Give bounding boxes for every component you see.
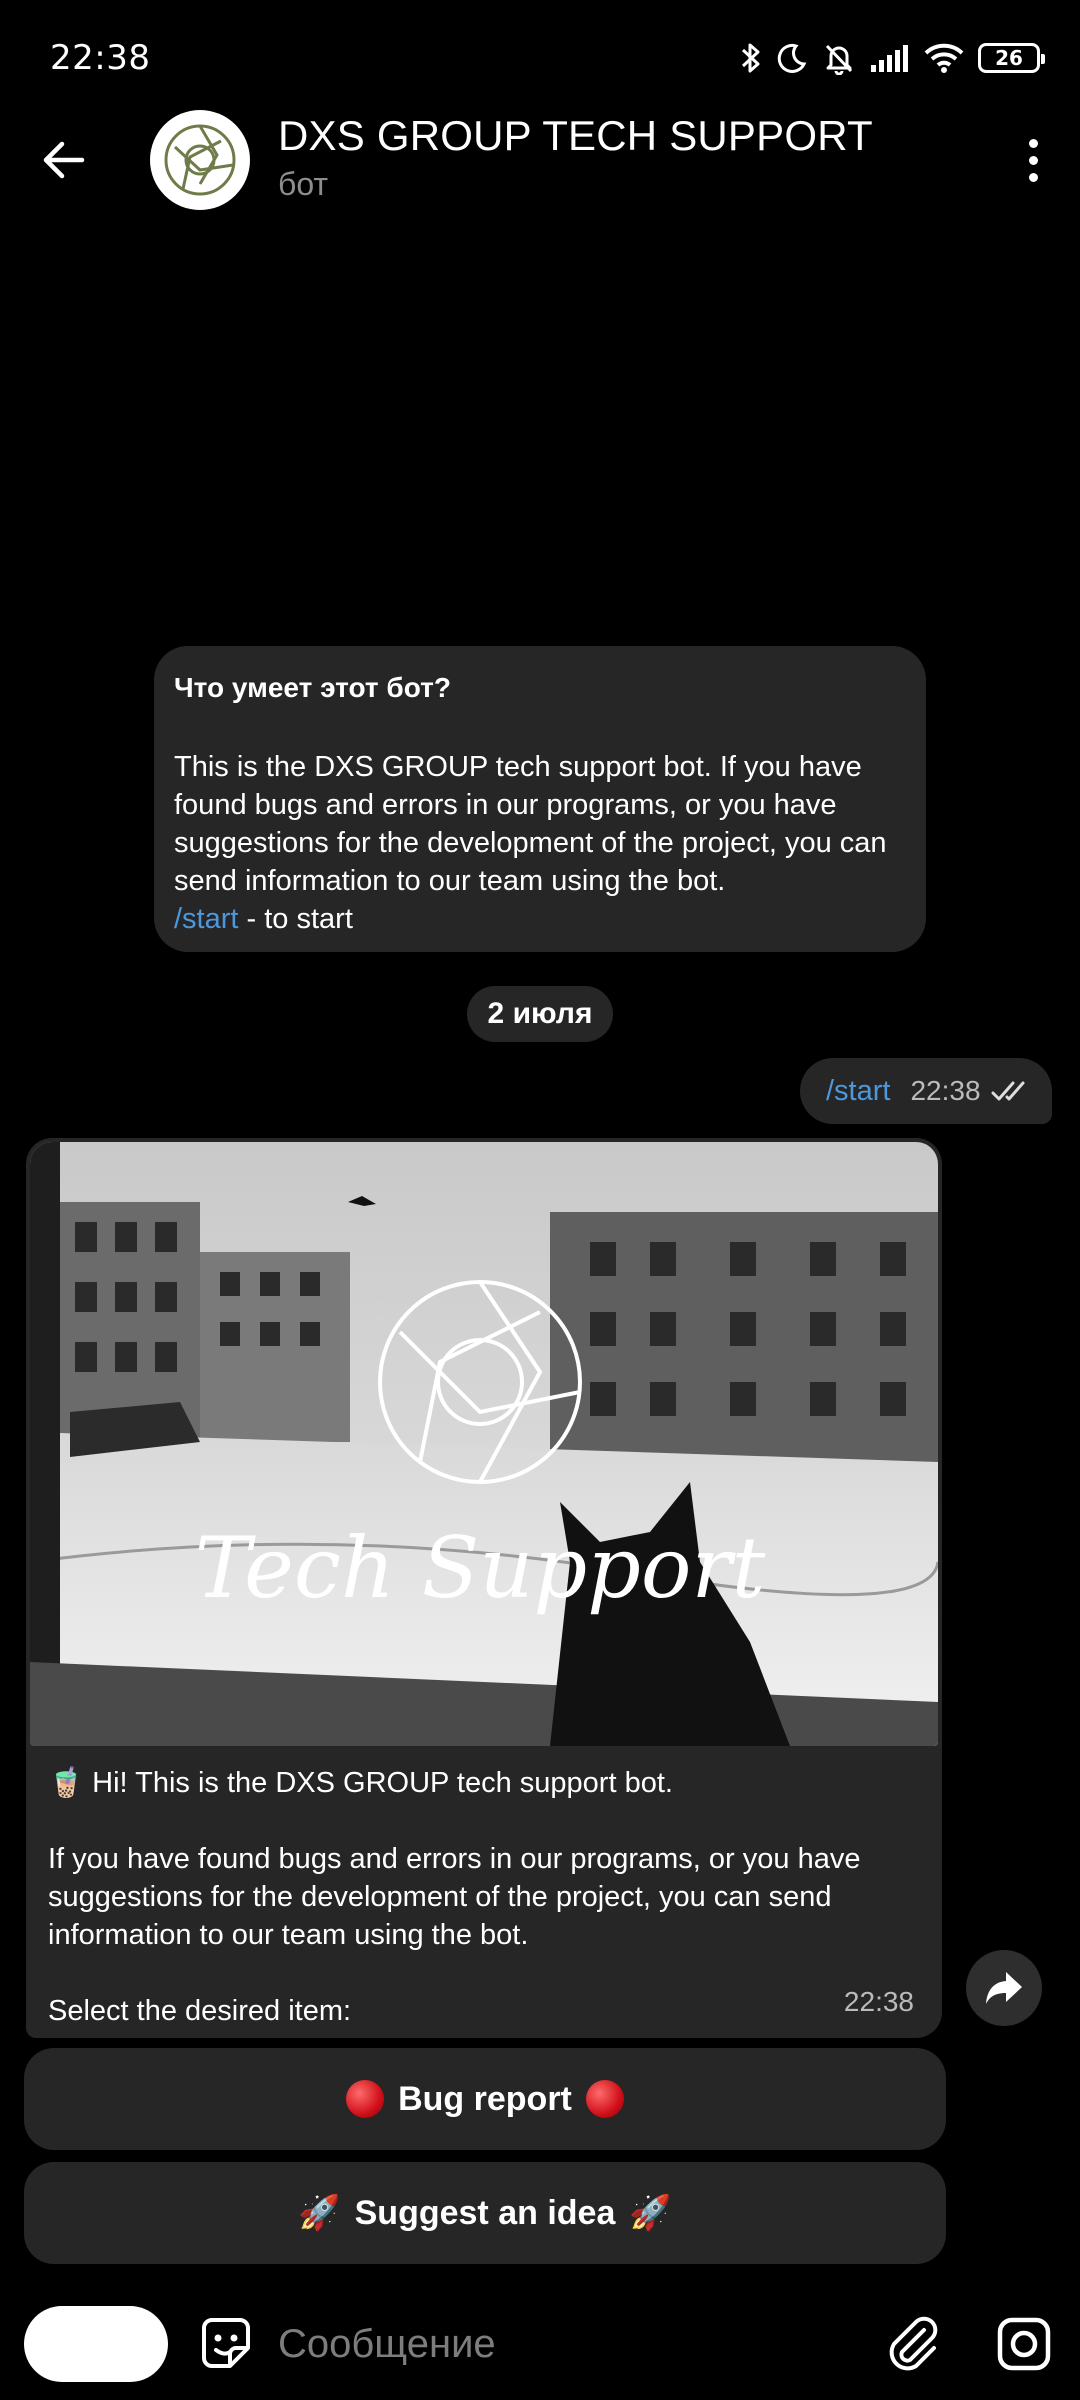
incoming-message-time: 22:38 <box>843 1986 914 2017</box>
arrow-left-icon <box>43 141 85 179</box>
photo-caption: Tech Support <box>195 1519 766 1617</box>
status-bar: 22:38 26 <box>0 0 1080 110</box>
bot-info-text: This is the DXS GROUP tech support bot. … <box>174 751 887 897</box>
bot-info-card: Что умеет этот бот? This is the DXS GROU… <box>154 646 926 952</box>
bug-report-label: Bug report <box>398 2079 572 2118</box>
red-circle-icon <box>585 2080 624 2118</box>
rocket-icon: 🚀 <box>298 2194 341 2232</box>
sticker-icon[interactable] <box>196 2314 256 2374</box>
incoming-line-greeting: 🧋 Hi! This is the DXS GROUP tech support… <box>48 1767 673 1799</box>
signal-icon <box>871 45 908 72</box>
outgoing-message-text[interactable]: /start <box>826 1075 890 1108</box>
moon-icon <box>777 43 807 73</box>
dot-icon <box>1028 155 1038 165</box>
forward-button[interactable] <box>966 1950 1042 2026</box>
mute-bell-icon <box>825 44 853 75</box>
paperclip-icon[interactable] <box>884 2314 944 2374</box>
rocket-icon: 🚀 <box>629 2194 672 2232</box>
date-separator: 2 июля <box>467 986 613 1042</box>
message-photo[interactable]: Tech Support <box>30 1142 938 1746</box>
bot-menu-button[interactable] <box>24 2306 168 2382</box>
chat-subtitle: бот <box>278 166 329 202</box>
battery-level: 26 <box>995 46 1023 70</box>
incoming-line-prompt: Select the desired item: <box>48 1995 352 2027</box>
incoming-line-description: If you have found bugs and errors in our… <box>48 1843 861 1951</box>
status-icons: 26 <box>740 38 1045 78</box>
double-check-icon <box>991 1081 1025 1101</box>
back-button[interactable] <box>34 130 94 190</box>
chat-header: DXS GROUP TECH SUPPORT бот <box>0 100 1080 220</box>
message-input-bar <box>0 2290 1080 2400</box>
chat-title[interactable]: DXS GROUP TECH SUPPORT <box>278 112 873 160</box>
suggest-idea-label: Suggest an idea <box>354 2193 616 2232</box>
tech-support-image: Tech Support <box>30 1142 938 1746</box>
red-circle-icon <box>346 2080 385 2118</box>
message-input[interactable] <box>278 2312 838 2376</box>
outgoing-message-time: 22:38 <box>910 1075 981 1106</box>
dot-icon <box>1028 172 1038 182</box>
wifi-icon <box>924 43 964 73</box>
suggest-idea-button[interactable]: 🚀 Suggest an idea 🚀 <box>24 2162 946 2264</box>
bot-info-description: This is the DXS GROUP tech support bot. … <box>174 748 906 938</box>
bluetooth-icon <box>741 43 760 73</box>
dot-icon <box>1028 138 1038 148</box>
share-arrow-icon <box>986 1972 1022 2004</box>
battery-icon: 26 <box>978 43 1045 73</box>
camera-icon[interactable] <box>996 2316 1052 2372</box>
avatar[interactable] <box>150 110 250 210</box>
incoming-message[interactable]: Tech Support 🧋 Hi! This is the DXS GROUP… <box>26 1138 942 2038</box>
bug-report-button[interactable]: Bug report <box>24 2048 946 2150</box>
outgoing-message[interactable]: /start 22:38 <box>800 1058 1052 1124</box>
status-time: 22:38 <box>50 38 151 78</box>
more-menu-button[interactable] <box>1008 130 1058 190</box>
start-command-suffix: - to start <box>238 903 353 935</box>
dxs-logo-icon <box>164 124 236 196</box>
bot-info-title: Что умеет этот бот? <box>174 672 451 703</box>
incoming-message-text: 🧋 Hi! This is the DXS GROUP tech support… <box>48 1764 918 2030</box>
start-command-link[interactable]: /start <box>174 903 238 935</box>
